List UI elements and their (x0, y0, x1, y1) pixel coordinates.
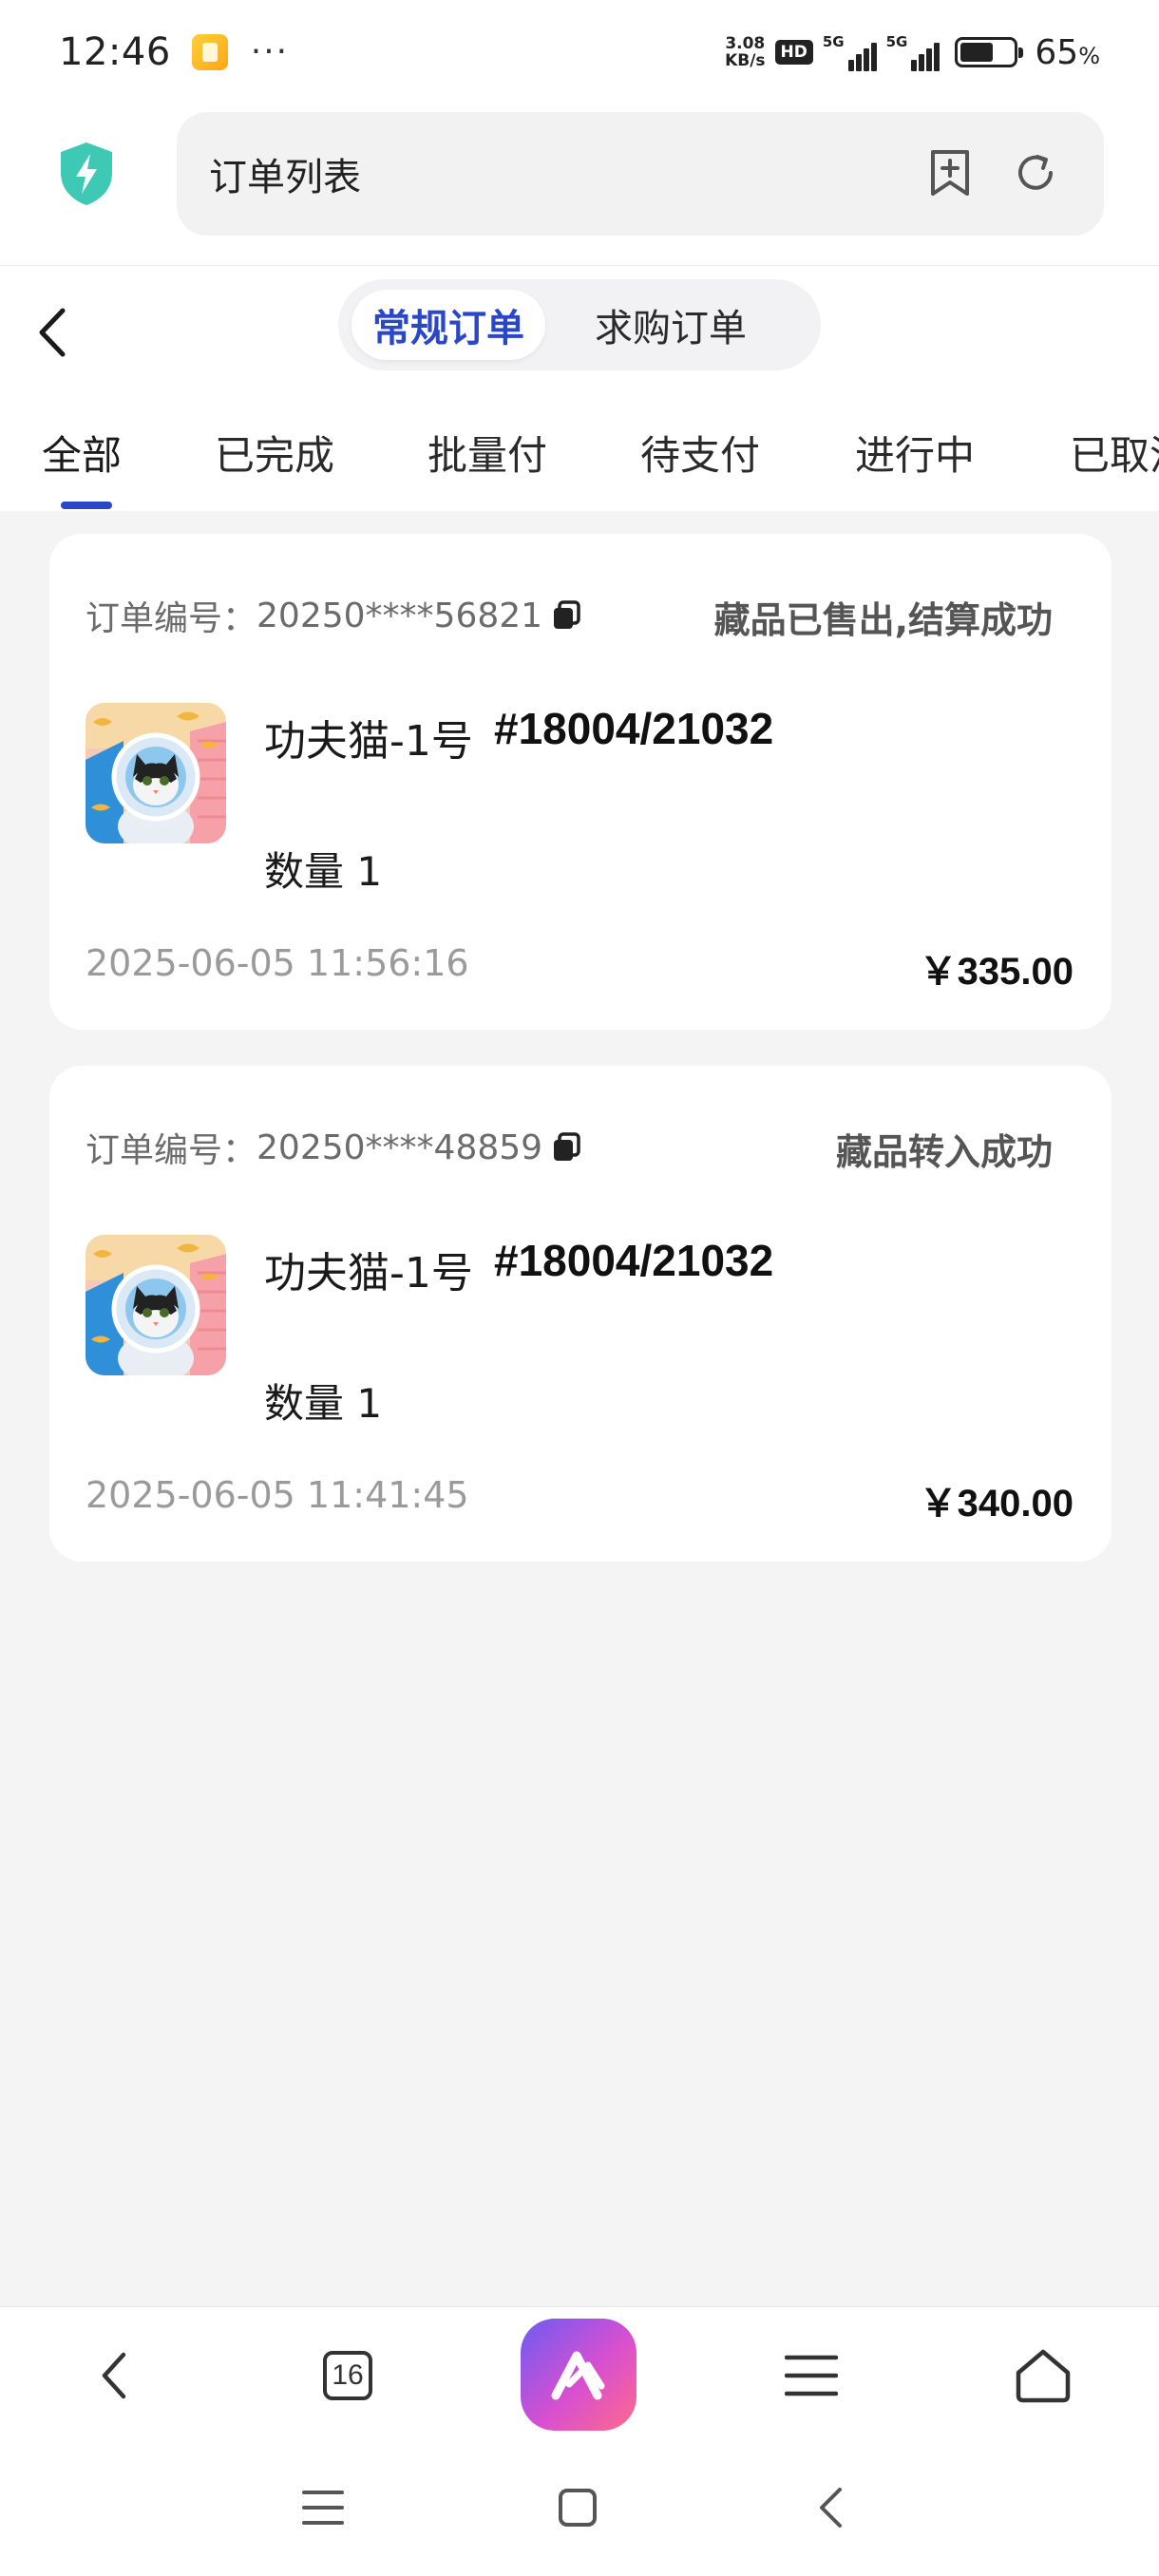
address-field[interactable]: 订单列表 (177, 112, 1104, 236)
home-square-icon (559, 2489, 597, 2527)
browser-address-bar: 订单列表 (0, 104, 1159, 266)
collectible-thumbnail (86, 1235, 226, 1375)
system-navigation-bar (0, 2441, 1159, 2576)
tab-in-progress[interactable]: 进行中 (855, 424, 975, 482)
tabs-icon: 16 (323, 2351, 372, 2400)
bookmark-add-icon[interactable] (923, 146, 977, 199)
page-header: 常规订单 求购订单 全部 已完成 批量付 待支付 进行中 已取消 (0, 266, 1159, 511)
notification-icon (191, 34, 228, 70)
status-bar: 12:46 ··· 3.08 KB/s HD 5G 5G 65% (0, 0, 1159, 104)
collectible-name: 功夫猫-1号 (264, 717, 473, 766)
network-type-label: 5G (822, 33, 845, 50)
back-icon (820, 2488, 842, 2528)
order-number: 订单编号： 20250****56821 (86, 591, 582, 640)
order-card[interactable]: 订单编号： 20250****56821 藏品已售出,结算成功 功夫猫-1号 #… (49, 534, 1112, 1030)
order-number-label: 订单编号： (86, 599, 257, 638)
order-price: ￥340.00 (919, 1483, 1074, 1525)
copy-icon[interactable] (550, 1131, 582, 1164)
refresh-icon[interactable] (1009, 146, 1062, 199)
order-number: 订单编号： 20250****48859 (86, 1123, 582, 1172)
tab-cancelled[interactable]: 已取消 (1070, 424, 1159, 482)
battery-percent: 65% (1035, 32, 1100, 72)
order-type-switch: 常规订单 求购订单 (338, 279, 821, 370)
order-quantity: 数量 1 (264, 848, 383, 895)
hd-voice-icon: HD (774, 40, 813, 65)
tab-batch-pay[interactable]: 批量付 (428, 424, 547, 482)
chevron-left-icon (39, 308, 66, 357)
status-time: 12:46 (59, 30, 171, 74)
tab-all[interactable]: 全部 (42, 424, 122, 482)
signal-icon-2: 5G (886, 33, 940, 71)
collectible-serial: #18004/21032 (494, 1236, 774, 1285)
signal-icon: 5G (823, 33, 877, 71)
status-tabs: 全部 已完成 批量付 待支付 进行中 已取消 (0, 424, 1159, 511)
order-time: 2025-06-05 11:56:16 (86, 942, 469, 984)
segment-regular-orders[interactable]: 常规订单 (352, 290, 545, 360)
home-icon (1016, 2349, 1071, 2403)
network-speed-unit: KB/s (725, 51, 766, 70)
order-status: 藏品转入成功 (835, 1131, 1053, 1173)
active-tab-indicator (61, 502, 112, 509)
collectible-thumbnail (86, 703, 226, 843)
network-speed: 3.08 KB/s (725, 35, 765, 69)
copy-icon[interactable] (550, 599, 582, 632)
browser-toolbar: 16 (0, 2306, 1159, 2441)
order-quantity: 数量 1 (264, 1380, 383, 1427)
collectible-serial: #18004/21032 (494, 704, 774, 753)
ai-assistant-button[interactable] (521, 2317, 636, 2433)
menu-icon (302, 2491, 344, 2525)
order-price: ￥335.00 (919, 951, 1074, 993)
page-title: 订单列表 (209, 156, 361, 199)
shield-bolt-icon[interactable] (57, 141, 116, 207)
order-number-label: 订单编号： (86, 1131, 257, 1170)
system-home-button[interactable] (540, 2470, 616, 2546)
battery-icon (955, 37, 1024, 67)
home-button[interactable] (996, 2328, 1091, 2423)
network-speed-value: 3.08 (725, 34, 766, 53)
network-type-label-2: 5G (885, 33, 908, 50)
tab-pending-payment[interactable]: 待支付 (640, 424, 760, 482)
menu-icon (785, 2355, 838, 2396)
more-notifications-indicator: ··· (250, 32, 290, 71)
recent-apps-button[interactable] (285, 2470, 361, 2546)
back-button[interactable] (28, 299, 76, 366)
chevron-left-icon (102, 2352, 126, 2399)
segment-purchase-request-orders[interactable]: 求购订单 (574, 290, 768, 360)
menu-button[interactable] (764, 2328, 859, 2423)
order-card[interactable]: 订单编号： 20250****48859 藏品转入成功 功夫猫-1号 #1800… (49, 1066, 1112, 1562)
tab-completed[interactable]: 已完成 (215, 424, 334, 482)
collectible-name: 功夫猫-1号 (264, 1249, 473, 1297)
order-time: 2025-06-05 11:41:45 (86, 1474, 469, 1516)
order-number-value: 20250****56821 (256, 596, 543, 635)
tabs-button[interactable]: 16 (300, 2328, 395, 2423)
system-back-button[interactable] (792, 2470, 868, 2546)
order-number-value: 20250****48859 (256, 1127, 543, 1167)
status-indicators: 3.08 KB/s HD 5G 5G 65% (725, 33, 1100, 72)
ai-assistant-icon (521, 2319, 636, 2431)
browser-back-button[interactable] (66, 2328, 162, 2423)
order-status: 藏品已售出,结算成功 (713, 599, 1053, 641)
